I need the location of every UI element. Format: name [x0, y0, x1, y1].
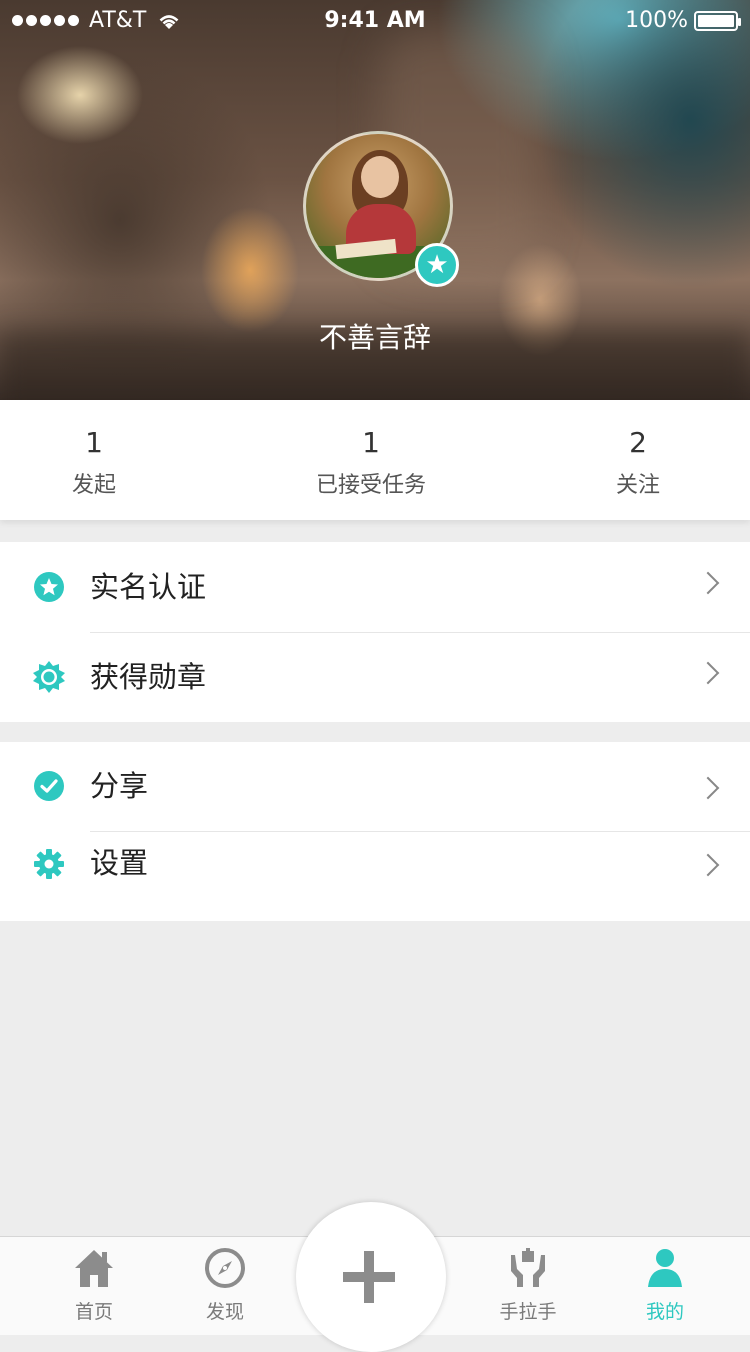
- create-button[interactable]: [296, 1202, 446, 1352]
- chevron-right-icon: [696, 661, 720, 685]
- battery-percentage: 100%: [625, 8, 688, 33]
- tab-label: 手拉手: [499, 1301, 557, 1323]
- tab-mine[interactable]: 我的: [620, 1247, 710, 1324]
- username: 不善言辞: [318, 321, 431, 354]
- menu-item-badges-earned[interactable]: 获得勋章: [0, 632, 750, 722]
- stat-value: 1: [85, 426, 103, 459]
- home-icon: [75, 1250, 113, 1287]
- menu-group-general: 分享 设置: [0, 742, 750, 921]
- menu-item-label: 实名认证: [90, 570, 207, 604]
- tab-label: 发现: [205, 1301, 244, 1323]
- tab-label: 首页: [74, 1301, 113, 1323]
- menu-item-settings[interactable]: 设置: [0, 831, 750, 921]
- menu-group-account: 实名认证 获得勋章: [0, 542, 750, 722]
- tab-discover[interactable]: 发现: [180, 1247, 270, 1324]
- sun-icon: [33, 661, 65, 693]
- person-icon: [648, 1249, 682, 1287]
- tab-label: 我的: [645, 1301, 684, 1323]
- menu-item-label: 获得勋章: [90, 660, 207, 694]
- menu-item-real-name-verification[interactable]: 实名认证: [0, 542, 750, 632]
- stat-label: 关注: [615, 473, 660, 498]
- check-circle-icon: [34, 771, 64, 801]
- star-badge-icon: [34, 572, 64, 602]
- stat-label: 已接受任务: [315, 473, 426, 498]
- chevron-right-icon: [696, 776, 720, 800]
- chevron-right-icon: [696, 853, 720, 877]
- compass-icon: [205, 1248, 245, 1288]
- hands-gift-icon: [511, 1248, 545, 1287]
- tab-home[interactable]: 首页: [49, 1247, 139, 1324]
- stat-value: 1: [362, 426, 380, 459]
- verified-star-icon: ★: [415, 243, 459, 287]
- battery-icon: [694, 10, 741, 31]
- chevron-right-icon: [696, 571, 720, 595]
- status-bar: AT&T 9:41 AM 100%: [0, 0, 750, 40]
- stat-accepted-tasks[interactable]: 1 已接受任务: [271, 426, 471, 499]
- stats-bar: 1 发起 1 已接受任务 2 关注: [0, 400, 750, 520]
- gear-icon: [34, 849, 64, 879]
- stat-label: 发起: [71, 473, 116, 498]
- stat-following[interactable]: 2 关注: [538, 426, 738, 499]
- tab-hand-in-hand[interactable]: 手拉手: [483, 1247, 573, 1324]
- stat-value: 2: [629, 426, 647, 459]
- stat-initiated[interactable]: 1 发起: [0, 426, 194, 499]
- menu-item-label: 设置: [90, 846, 149, 880]
